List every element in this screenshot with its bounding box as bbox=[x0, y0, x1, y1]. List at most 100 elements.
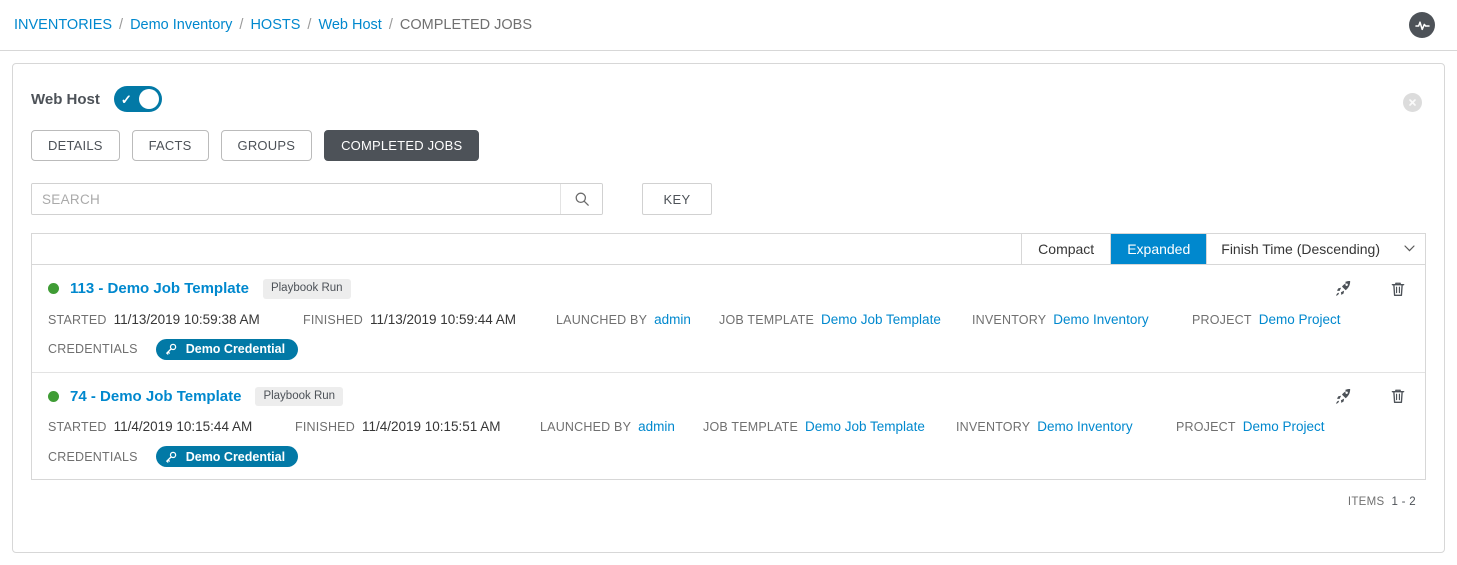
completed-jobs-list: 113 - Demo Job Template Playbook Run bbox=[31, 265, 1426, 480]
toggle-knob bbox=[139, 89, 159, 109]
view-compact-button[interactable]: Compact bbox=[1021, 234, 1110, 264]
breadcrumb-item-hosts[interactable]: HOSTS bbox=[250, 17, 300, 33]
toolbar-spacer bbox=[32, 234, 1021, 264]
meta-label-launched-by: LAUNCHED BY bbox=[556, 313, 647, 327]
job-meta-line: STARTED 11/13/2019 10:59:38 AM FINISHED … bbox=[48, 312, 1409, 327]
meta-value-launched-by[interactable]: admin bbox=[654, 312, 691, 327]
meta-label-job-template: JOB TEMPLATE bbox=[719, 313, 814, 327]
meta-job-template: JOB TEMPLATE Demo Job Template bbox=[719, 312, 972, 327]
view-expanded-button[interactable]: Expanded bbox=[1110, 234, 1206, 264]
sort-dropdown-label: Finish Time (Descending) bbox=[1221, 241, 1380, 257]
trash-icon[interactable] bbox=[1389, 280, 1407, 298]
close-icon[interactable] bbox=[1403, 93, 1422, 112]
tab-details[interactable]: DETAILS bbox=[31, 130, 120, 161]
card-header: Web Host ✓ bbox=[31, 82, 1426, 116]
rocket-icon[interactable] bbox=[1334, 279, 1353, 298]
chevron-down-icon bbox=[1404, 244, 1415, 255]
meta-value-project[interactable]: Demo Project bbox=[1243, 419, 1325, 434]
breadcrumb-item-inventories[interactable]: INVENTORIES bbox=[14, 17, 112, 33]
trash-icon[interactable] bbox=[1389, 387, 1407, 405]
meta-value-started: 11/4/2019 10:15:44 AM bbox=[114, 419, 253, 434]
job-title-line: 74 - Demo Job Template Playbook Run bbox=[48, 387, 1409, 407]
status-badge bbox=[48, 391, 59, 402]
meta-label-inventory: INVENTORY bbox=[956, 420, 1030, 434]
checkmark-icon: ✓ bbox=[121, 93, 132, 106]
meta-value-finished: 11/4/2019 10:15:51 AM bbox=[362, 419, 501, 434]
search-field-wrapper bbox=[31, 183, 603, 215]
breadcrumb-separator: / bbox=[307, 17, 311, 33]
tab-completed-jobs[interactable]: COMPLETED JOBS bbox=[324, 130, 479, 161]
job-credentials-line: CREDENTIALS Demo Credential bbox=[48, 446, 1409, 467]
job-name-link[interactable]: 74 - Demo Job Template bbox=[70, 388, 241, 405]
credential-badge-label: Demo Credential bbox=[186, 450, 285, 464]
meta-finished: FINISHED 11/4/2019 10:15:51 AM bbox=[295, 419, 540, 434]
meta-finished: FINISHED 11/13/2019 10:59:44 AM bbox=[303, 312, 556, 327]
host-detail-card: Web Host ✓ DETAILS FACTS GROUPS COMPLETE… bbox=[12, 63, 1445, 553]
breadcrumb-separator: / bbox=[239, 17, 243, 33]
meta-project: PROJECT Demo Project bbox=[1192, 312, 1341, 327]
job-type-badge: Playbook Run bbox=[255, 387, 343, 407]
meta-project: PROJECT Demo Project bbox=[1176, 419, 1325, 434]
tab-bar: DETAILS FACTS GROUPS COMPLETED JOBS bbox=[31, 130, 1426, 161]
meta-started: STARTED 11/13/2019 10:59:38 AM bbox=[48, 312, 303, 327]
meta-value-launched-by[interactable]: admin bbox=[638, 419, 675, 434]
meta-label-job-template: JOB TEMPLATE bbox=[703, 420, 798, 434]
table-row: 74 - Demo Job Template Playbook Run bbox=[32, 372, 1425, 480]
meta-label-launched-by: LAUNCHED BY bbox=[540, 420, 631, 434]
sort-dropdown[interactable]: Finish Time (Descending) bbox=[1206, 234, 1425, 264]
meta-value-finished: 11/13/2019 10:59:44 AM bbox=[370, 312, 516, 327]
meta-value-started: 11/13/2019 10:59:38 AM bbox=[114, 312, 260, 327]
meta-value-job-template[interactable]: Demo Job Template bbox=[821, 312, 941, 327]
job-title-line: 113 - Demo Job Template Playbook Run bbox=[48, 279, 1409, 299]
breadcrumb-item-demo-inventory[interactable]: Demo Inventory bbox=[130, 17, 232, 33]
credential-badge[interactable]: Demo Credential bbox=[156, 339, 298, 360]
items-count-footer: ITEMS 1 - 2 bbox=[31, 480, 1426, 508]
tab-facts[interactable]: FACTS bbox=[132, 130, 209, 161]
host-enabled-toggle[interactable]: ✓ bbox=[114, 86, 162, 112]
credential-badge[interactable]: Demo Credential bbox=[156, 446, 298, 467]
key-icon bbox=[165, 343, 177, 355]
meta-label-credentials: CREDENTIALS bbox=[48, 342, 138, 356]
breadcrumb: INVENTORIES / Demo Inventory / HOSTS / W… bbox=[14, 17, 532, 33]
meta-label-started: STARTED bbox=[48, 313, 107, 327]
meta-label-started: STARTED bbox=[48, 420, 107, 434]
job-meta-line: STARTED 11/4/2019 10:15:44 AM FINISHED 1… bbox=[48, 419, 1409, 434]
meta-value-inventory[interactable]: Demo Inventory bbox=[1053, 312, 1148, 327]
row-actions bbox=[1334, 279, 1407, 298]
meta-started: STARTED 11/4/2019 10:15:44 AM bbox=[48, 419, 295, 434]
key-button[interactable]: KEY bbox=[642, 183, 712, 215]
items-label: ITEMS bbox=[1348, 496, 1385, 508]
table-row: 113 - Demo Job Template Playbook Run bbox=[32, 265, 1425, 372]
breadcrumb-bar: INVENTORIES / Demo Inventory / HOSTS / W… bbox=[0, 0, 1457, 51]
search-row: KEY bbox=[31, 183, 1426, 215]
list-toolbar: Compact Expanded Finish Time (Descending… bbox=[31, 233, 1426, 265]
meta-inventory: INVENTORY Demo Inventory bbox=[972, 312, 1192, 327]
breadcrumb-separator: / bbox=[389, 17, 393, 33]
breadcrumb-separator: / bbox=[119, 17, 123, 33]
meta-label-credentials: CREDENTIALS bbox=[48, 450, 138, 464]
meta-inventory: INVENTORY Demo Inventory bbox=[956, 419, 1176, 434]
rocket-icon[interactable] bbox=[1334, 387, 1353, 406]
job-type-badge: Playbook Run bbox=[263, 279, 351, 299]
meta-value-job-template[interactable]: Demo Job Template bbox=[805, 419, 925, 434]
meta-label-project: PROJECT bbox=[1176, 420, 1236, 434]
tab-groups[interactable]: GROUPS bbox=[221, 130, 313, 161]
breadcrumb-item-web-host[interactable]: Web Host bbox=[318, 17, 381, 33]
meta-launched-by: LAUNCHED BY admin bbox=[556, 312, 719, 327]
meta-job-template: JOB TEMPLATE Demo Job Template bbox=[703, 419, 956, 434]
page-title: Web Host bbox=[31, 91, 100, 108]
meta-label-finished: FINISHED bbox=[295, 420, 355, 434]
row-actions bbox=[1334, 387, 1407, 406]
status-badge bbox=[48, 283, 59, 294]
items-range: 1 - 2 bbox=[1391, 496, 1416, 508]
meta-launched-by: LAUNCHED BY admin bbox=[540, 419, 703, 434]
job-name-link[interactable]: 113 - Demo Job Template bbox=[70, 280, 249, 297]
key-icon bbox=[165, 451, 177, 463]
meta-value-inventory[interactable]: Demo Inventory bbox=[1037, 419, 1132, 434]
search-icon[interactable] bbox=[560, 184, 602, 214]
activity-stream-icon[interactable] bbox=[1409, 12, 1435, 38]
search-input[interactable] bbox=[32, 184, 560, 214]
meta-label-project: PROJECT bbox=[1192, 313, 1252, 327]
credential-badge-label: Demo Credential bbox=[186, 342, 285, 356]
meta-value-project[interactable]: Demo Project bbox=[1259, 312, 1341, 327]
